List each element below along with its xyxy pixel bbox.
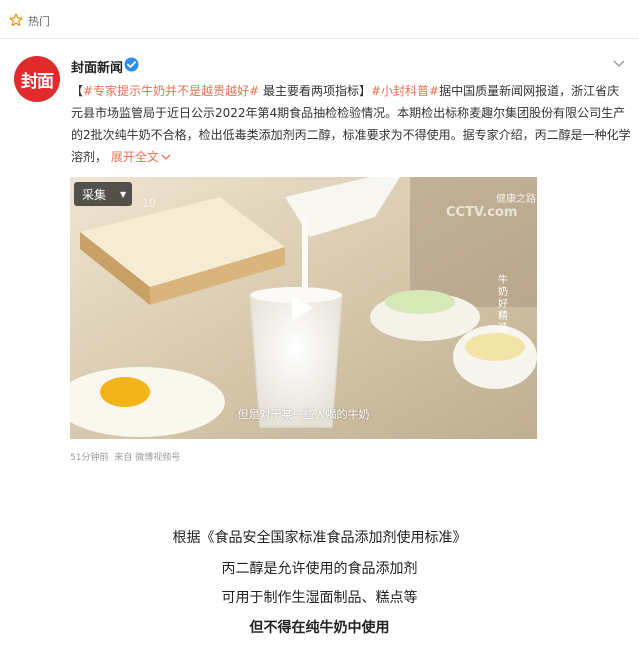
caret-down-icon: ▼ xyxy=(120,189,127,199)
headline: 最主要看两项指标】 xyxy=(259,84,371,98)
video-watermark: 10 xyxy=(142,197,156,210)
topic-link-1[interactable]: #专家提示牛奶并不是越贵越好# xyxy=(83,84,259,98)
post-time[interactable]: 51分钟前 xyxy=(70,453,108,463)
play-icon[interactable] xyxy=(283,291,317,325)
collect-dropdown[interactable]: 采集 ▼ xyxy=(74,182,132,206)
expand-label: 展开全文 xyxy=(110,150,159,164)
chevron-down-icon xyxy=(161,154,171,160)
avatar[interactable]: 封面 xyxy=(14,56,60,102)
cctv-logo: CCTV.com xyxy=(446,205,518,220)
video-vertical-tag: 牛奶好精选 xyxy=(498,275,508,334)
caption-line-1: 根据《食品安全国家标准食品添加剂使用标准》 xyxy=(172,530,467,546)
post-source: 来自 微博视频号 xyxy=(114,453,181,463)
top-bar: 热门 xyxy=(0,0,639,39)
post-body: 【#专家提示牛奶并不是越贵越好# 最主要看两项指标】#小封科普#据中国质量新闻网… xyxy=(71,80,631,168)
caption-line-4: 但不得在纯牛奶中使用 xyxy=(249,620,390,636)
topic-link-2[interactable]: #小封科普# xyxy=(371,84,439,98)
expand-full-text-link[interactable]: 展开全文 xyxy=(111,150,171,164)
caption-line-3: 可用于制作生湿面制品、糕点等 xyxy=(221,590,418,606)
chevron-down-icon[interactable] xyxy=(613,60,625,68)
bracket-open: 【 xyxy=(71,84,84,98)
post-meta: 51分钟前 来自 微博视频号 xyxy=(70,450,180,463)
verified-badge-icon xyxy=(124,57,139,72)
hot-label[interactable]: 热门 xyxy=(28,13,50,29)
caption-line-2: 丙二醇是允许使用的食品添加剂 xyxy=(221,561,418,577)
video-channel-tag: 健康之路 xyxy=(496,194,536,205)
avatar-text: 封面 xyxy=(21,71,54,92)
star-outline-icon xyxy=(9,13,23,26)
collect-label: 采集 xyxy=(82,187,107,202)
author-name[interactable]: 封面新闻 xyxy=(71,57,123,76)
video-subtitle: 但是对于某一些人喝的牛奶 xyxy=(237,408,370,421)
